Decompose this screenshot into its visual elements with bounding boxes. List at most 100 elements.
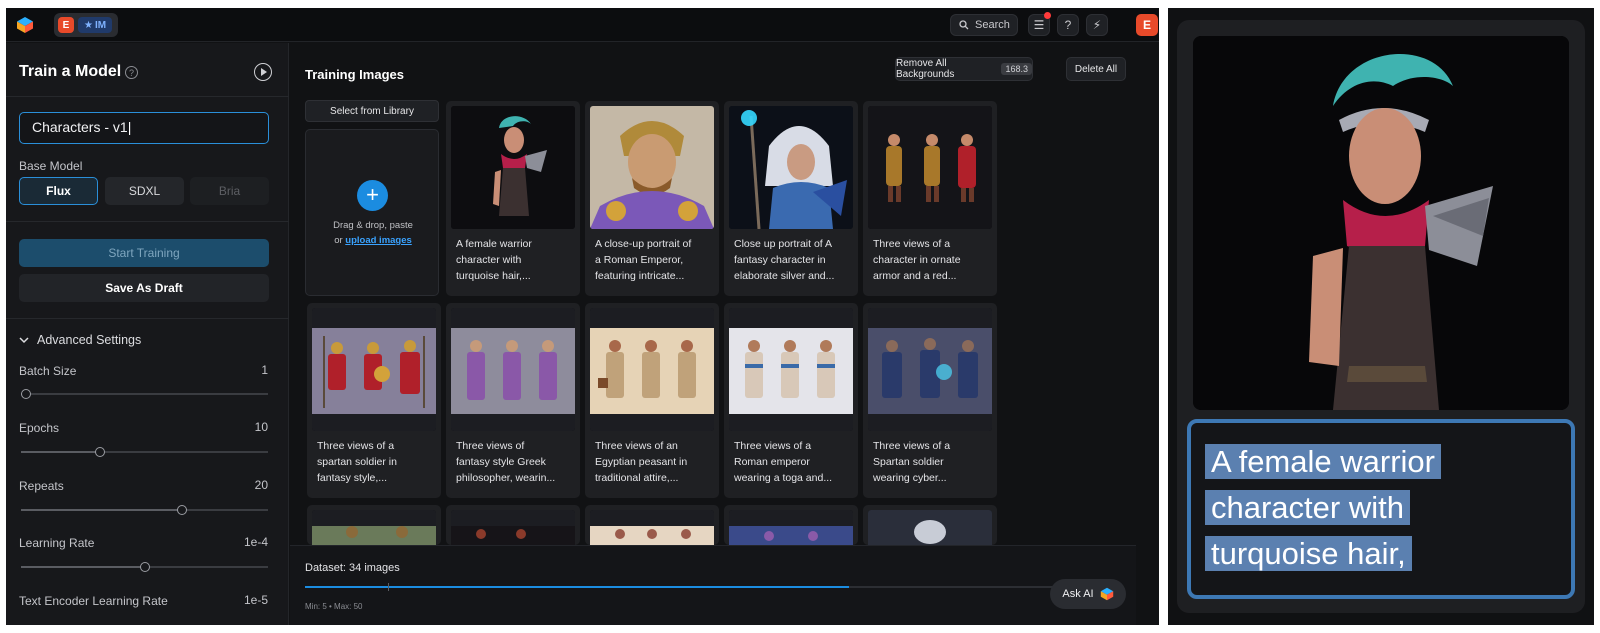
upload-dropzone[interactable]: + Drag & drop, paste or upload images [305, 129, 439, 296]
remove-backgrounds-button[interactable]: Remove All Backgrounds 168.3 [895, 57, 1033, 81]
minimum-marker [388, 583, 389, 591]
caption-line: A female warrior [1205, 444, 1441, 479]
batch-size-value: 1 [261, 363, 268, 377]
help-circle-icon[interactable]: ? [125, 66, 138, 79]
ask-ai-label: Ask AI [1062, 588, 1094, 600]
zoom-callout: A female warrior character with turquois… [1168, 8, 1594, 625]
image-caption: Three views of a Roman emperor wearing a t… [734, 440, 833, 484]
training-image [868, 308, 992, 431]
training-image [868, 510, 992, 545]
training-images-panel: Training Images Remove All Backgrounds 1… [290, 43, 1136, 625]
caption-line: turquoise hair, [1205, 536, 1412, 571]
app-window: E ★ IM Search ☰ ? ⚡ E Train a Model ? Ch… [6, 8, 1159, 625]
training-image-card[interactable] [307, 505, 441, 545]
credit-cost-badge: 168.3 [1001, 63, 1032, 75]
training-image [451, 308, 575, 431]
batch-size-label: Batch Size [19, 364, 77, 378]
zoomed-caption-box[interactable]: A female warrior character with turquois… [1187, 419, 1575, 599]
training-image-card[interactable] [446, 505, 580, 545]
divider [6, 318, 289, 319]
dataset-count: Dataset: 34 images [305, 562, 400, 574]
app-logo-icon [1100, 587, 1113, 601]
avatar[interactable]: E [1136, 14, 1158, 36]
training-image [451, 106, 575, 229]
repeats-slider[interactable] [21, 505, 268, 515]
batch-size-slider[interactable] [20, 389, 268, 399]
training-image [729, 308, 853, 431]
top-bar: E ★ IM Search ☰ ? ⚡ E [6, 8, 1159, 42]
app-logo-icon[interactable] [16, 16, 34, 34]
image-caption: Close up portrait of Afantasy character … [734, 238, 835, 282]
select-from-library-button[interactable]: Select from Library [305, 100, 439, 122]
workspace-badge-label: IM [94, 19, 107, 31]
training-image [590, 308, 714, 431]
training-image [312, 308, 436, 431]
lightning-icon: ⚡ [1092, 18, 1102, 32]
ask-ai-button[interactable]: Ask AI [1050, 579, 1126, 609]
training-image-card[interactable]: Three views of a Spartan soldier wearing c… [863, 303, 997, 498]
training-image-card[interactable]: A close-up portrait of a Roman Emperor, fe… [585, 101, 719, 296]
model-name-input[interactable]: Characters - v1| [19, 112, 269, 144]
training-image [590, 510, 714, 545]
slider-handle[interactable] [20, 389, 31, 399]
workspace-initial: E [58, 17, 74, 33]
zoomed-image [1193, 36, 1569, 410]
upload-images-link[interactable]: upload images [345, 235, 412, 246]
training-image [868, 106, 992, 229]
repeats-value: 20 [254, 478, 268, 492]
training-image [729, 510, 853, 545]
training-image-card[interactable]: Three views of fantasy style Greek philoso… [446, 303, 580, 498]
image-caption: Three views of a spartan soldier in fantas… [317, 440, 397, 484]
notification-dot [1044, 12, 1051, 19]
image-caption: Three views of a Spartan soldier wearing c… [873, 440, 951, 484]
image-caption: A female warrior character with turquoise … [456, 238, 532, 282]
model-option-bria: Bria [190, 177, 269, 205]
epochs-slider[interactable] [21, 447, 268, 457]
search-icon [959, 20, 969, 30]
help-button[interactable]: ? [1057, 14, 1079, 36]
zoomed-caption: A female warrior character with turquois… [1205, 439, 1505, 577]
training-image-card[interactable] [585, 505, 719, 545]
training-image-card[interactable] [724, 505, 858, 545]
training-image-card[interactable]: Close up portrait of Afantasy character … [724, 101, 858, 296]
image-caption: Three views of fantasy style Greek philoso… [456, 440, 556, 484]
search-button[interactable]: Search [950, 14, 1018, 36]
training-image-card[interactable]: Three views of a spartan soldier in fantas… [307, 303, 441, 498]
training-image-card[interactable]: Three views of a Roman emperor wearing a t… [724, 303, 858, 498]
slider-handle[interactable] [176, 505, 187, 515]
training-image [590, 106, 714, 229]
save-draft-button[interactable]: Save As Draft [19, 274, 269, 302]
page-title: Train a Model [19, 63, 122, 80]
training-image [729, 106, 853, 229]
divider [6, 221, 289, 222]
plus-icon[interactable]: + [357, 180, 388, 211]
upload-instructions: Drag & drop, paste or upload images [306, 218, 440, 248]
workspace-switcher[interactable]: E ★ IM [54, 13, 118, 37]
tasks-button[interactable]: ☰ [1028, 12, 1051, 36]
quick-actions-button[interactable]: ⚡ [1086, 14, 1108, 36]
play-tutorial-icon[interactable] [254, 63, 272, 81]
training-image-card[interactable]: Three views of a character in ornate armor… [863, 101, 997, 296]
text-encoder-lr-label: Text Encoder Learning Rate [19, 594, 168, 608]
advanced-settings-toggle[interactable]: Advanced Settings [19, 333, 141, 347]
epochs-label: Epochs [19, 421, 60, 435]
caption-line: character with [1205, 490, 1410, 525]
dataset-progress-bar [305, 583, 1105, 591]
delete-all-button[interactable]: Delete All [1066, 57, 1126, 81]
start-training-button[interactable]: Start Training [19, 239, 269, 267]
training-image [451, 510, 575, 545]
model-option-sdxl[interactable]: SDXL [105, 177, 184, 205]
training-image-card[interactable]: A female warrior character with turquoise … [446, 101, 580, 296]
slider-handle[interactable] [95, 447, 106, 457]
image-caption: Three views of a character in ornate armor… [873, 238, 961, 282]
remove-backgrounds-label: Remove All Backgrounds [896, 58, 955, 80]
advanced-settings-label: Advanced Settings [37, 333, 142, 347]
model-option-flux[interactable]: Flux [19, 177, 98, 205]
training-image-card[interactable] [863, 505, 997, 545]
training-image-card[interactable]: Three views of an Egyptian peasant in trad… [585, 303, 719, 498]
slider-handle[interactable] [139, 562, 150, 572]
repeats-label: Repeats [19, 479, 64, 493]
learning-rate-slider[interactable] [21, 562, 268, 572]
dataset-limits: Min: 5 • Max: 50 [305, 602, 363, 611]
model-name-value: Characters - v1 [32, 119, 128, 135]
